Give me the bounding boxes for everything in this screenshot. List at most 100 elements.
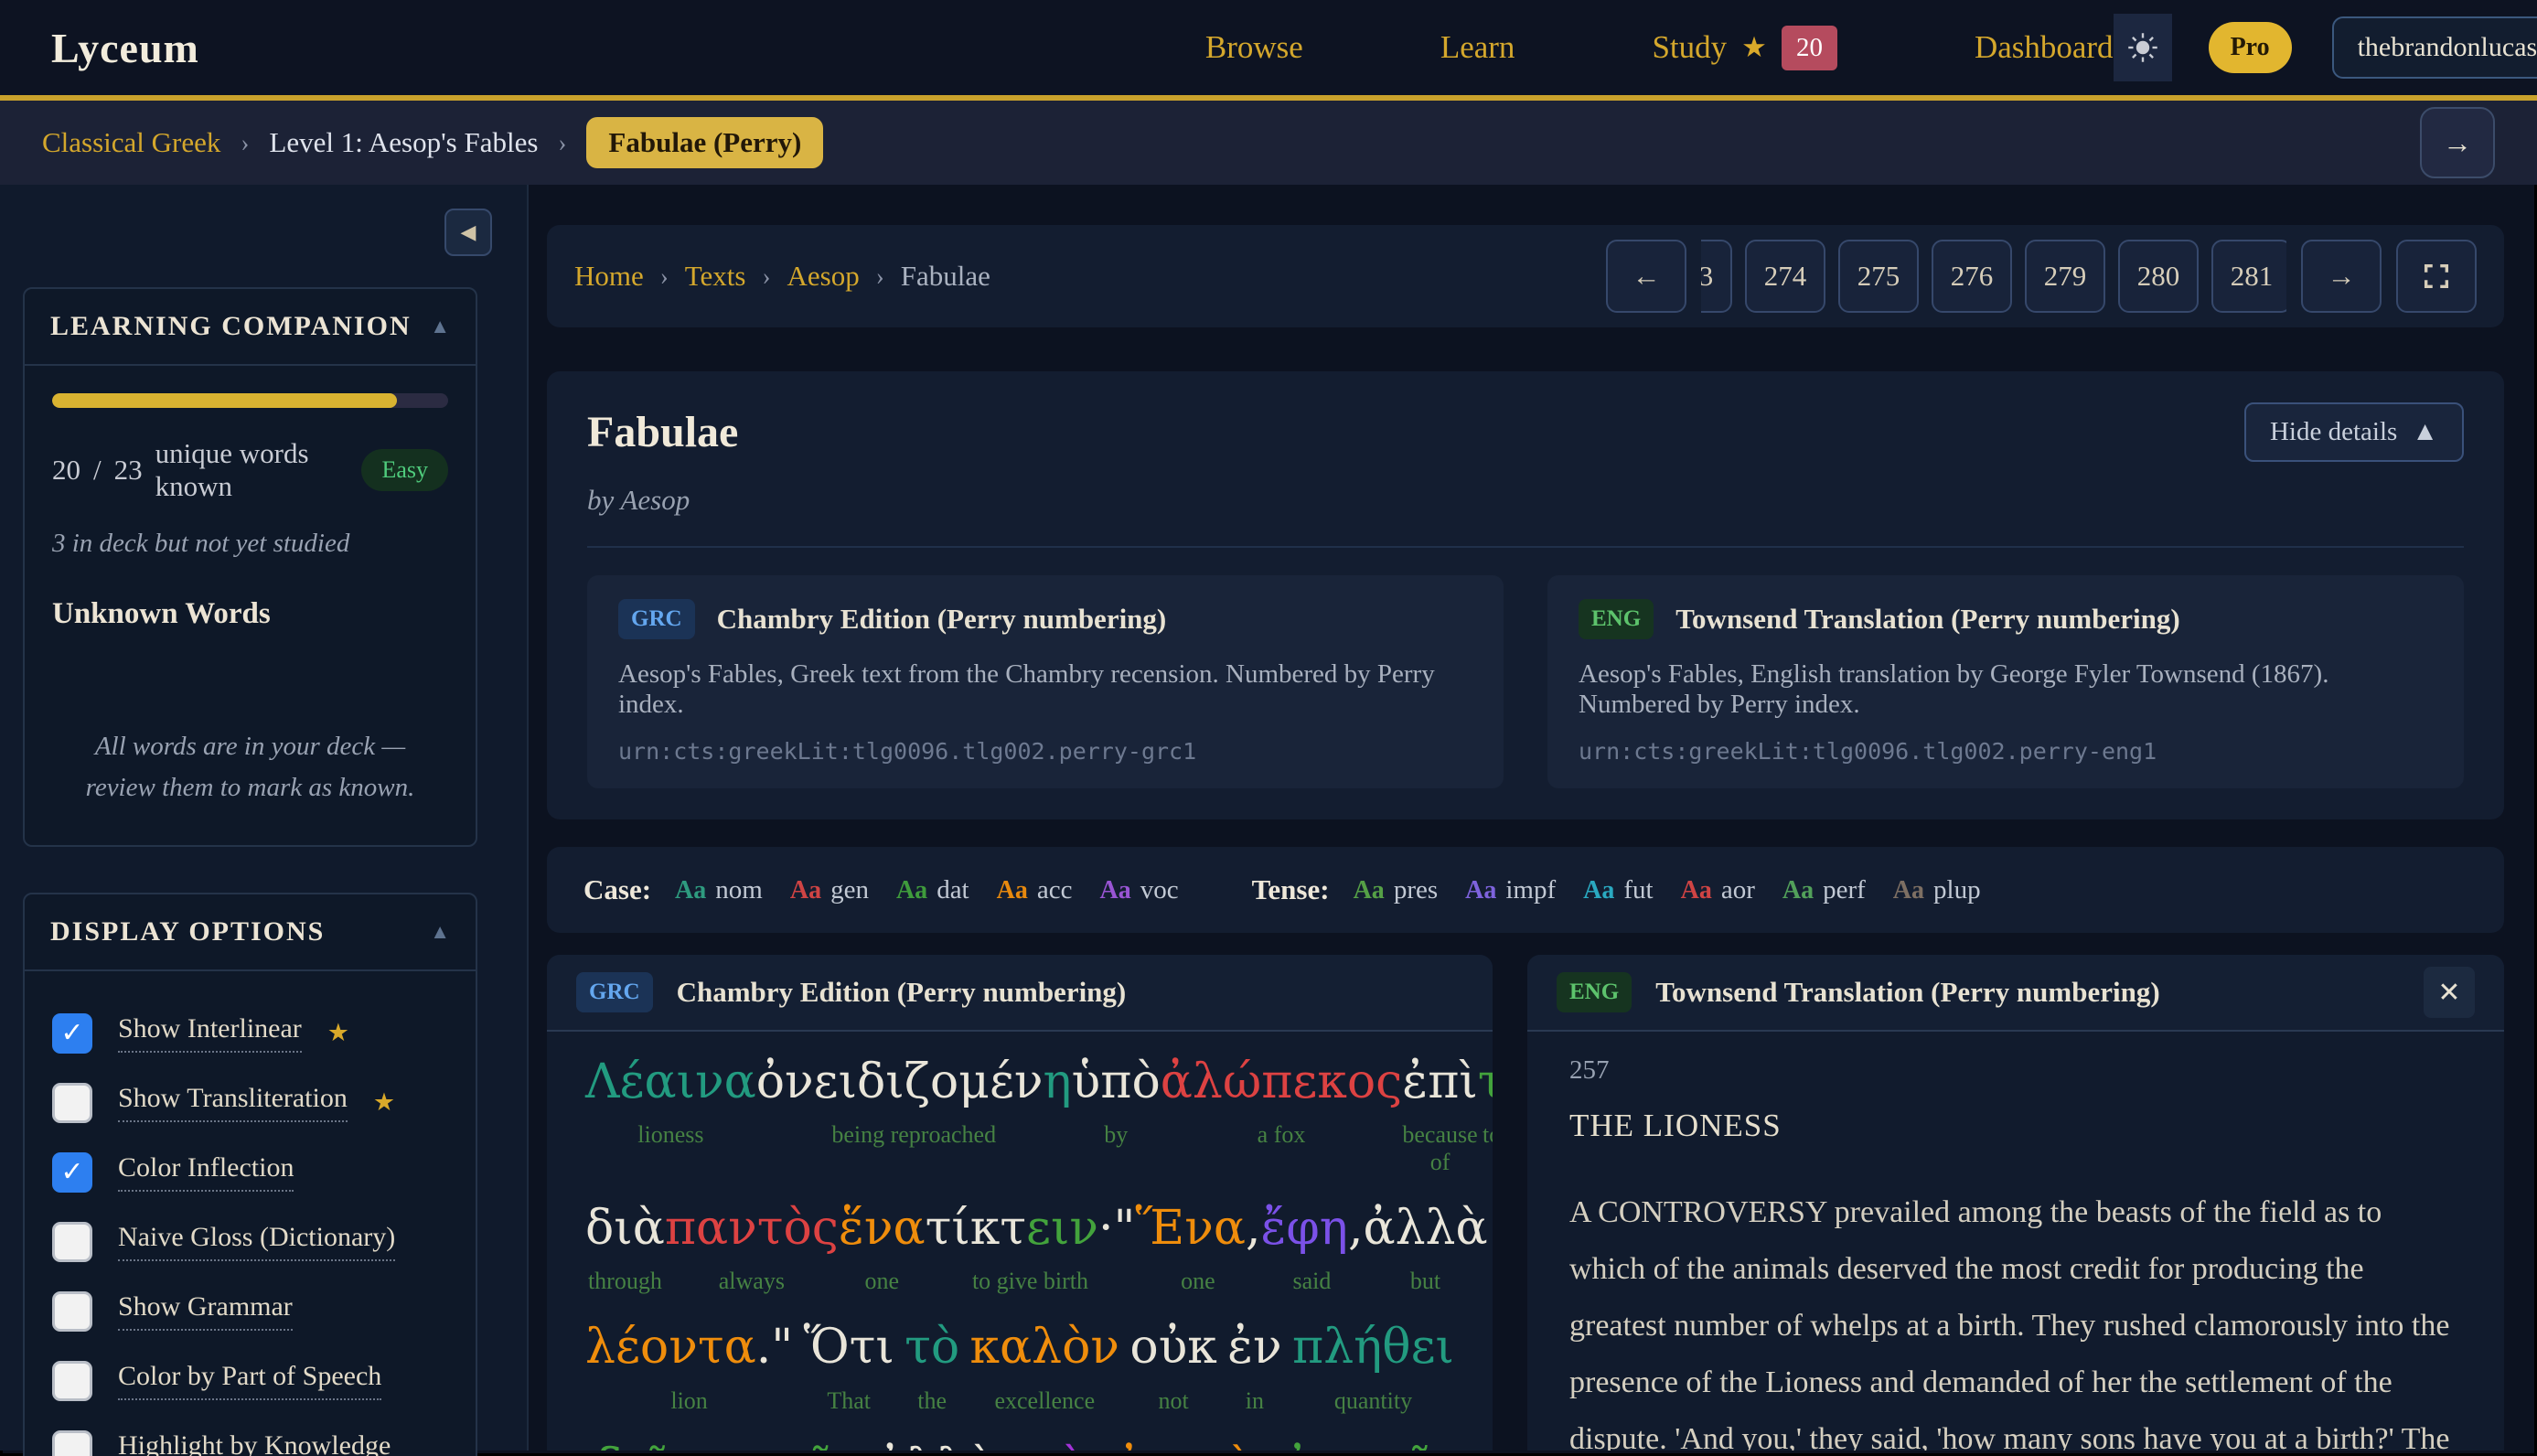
work-author: by Aesop (587, 484, 2464, 517)
display-option-label[interactable]: Show Interlinear (118, 1013, 302, 1053)
greek-word[interactable]: διὰthrough (585, 1202, 665, 1295)
page-button-275[interactable]: 275 (1838, 240, 1919, 313)
close-panel-button[interactable]: ✕ (2424, 967, 2475, 1018)
checkbox[interactable]: ✓ (52, 1013, 92, 1054)
english-text-body: 257 THE LIONESS A CONTROVERSY prevailed … (1527, 1032, 2504, 1451)
star-icon: ★ (1741, 31, 1767, 64)
legend-sample: Aa (896, 876, 927, 905)
greek-word-text: ἕνα (839, 1202, 926, 1255)
greek-word[interactable]: καλὸνexcellence (970, 1321, 1120, 1414)
greek-segment: ἐπὶ (1402, 1055, 1477, 1109)
greek-word[interactable]: Ἕνα,one (1135, 1202, 1260, 1295)
greek-word[interactable]: πρὸςtoward (1000, 1440, 1114, 1451)
greek-word[interactable]: ἐνin (1227, 1321, 1282, 1414)
greek-segment: ." (756, 1320, 793, 1375)
greek-word[interactable]: ὑπὸ by (1072, 1055, 1161, 1176)
greek-segment: ἀρετὴν (1114, 1440, 1282, 1451)
greek-word[interactable]: παντὸςalways (665, 1202, 839, 1295)
edition-cards: GRCChambry Edition (Perry numbering)Aeso… (587, 575, 2464, 788)
checkbox[interactable] (52, 1291, 92, 1332)
edition-card-eng[interactable]: ENGTownsend Translation (Perry numbering… (1547, 575, 2464, 788)
greek-word[interactable]: ἕναone (839, 1202, 926, 1295)
legend-sample: Aa (1681, 876, 1712, 905)
greek-word[interactable]: ὍτιThat (804, 1321, 894, 1414)
forward-arrow-button[interactable]: → (2420, 107, 2495, 178)
checkbox[interactable] (52, 1430, 92, 1456)
unknown-words-title: Unknown Words (52, 597, 448, 631)
checkbox[interactable] (52, 1083, 92, 1123)
collapse-triangle-icon[interactable]: ▲ (430, 920, 450, 944)
page-button-276[interactable]: 276 (1932, 240, 2012, 313)
greek-segment: ἀλώπεκος (1161, 1055, 1403, 1109)
greek-word[interactable]: ἀλλὰbut (875, 1440, 1000, 1451)
nav-link-study[interactable]: Study★20 (1652, 26, 1837, 70)
greek-segment: δεῖ (595, 1440, 668, 1451)
next-page-button[interactable]: → (2301, 240, 2382, 313)
greek-word[interactable]: τίκτειν·"to give birth (926, 1202, 1136, 1295)
page-button-280[interactable]: 280 (2118, 240, 2199, 313)
legend-sample: Aa (675, 876, 706, 905)
language-badge-grc: GRC (576, 972, 653, 1012)
greek-word[interactable]: ὀνειδιζομένηbeing reproached (756, 1055, 1072, 1176)
greek-word[interactable]: ἀλλὰbut (1363, 1202, 1487, 1295)
edition-card-grc[interactable]: GRCChambry Edition (Perry numbering)Aeso… (587, 575, 1504, 788)
learning-companion-header[interactable]: LEARNING COMPANION ▲ (25, 289, 476, 366)
display-option-label[interactable]: Color by Part of Speech (118, 1361, 381, 1400)
checkbox[interactable] (52, 1222, 92, 1262)
breadcrumb-item[interactable]: Fabulae (Perry) (586, 117, 823, 168)
edition-urn: urn:cts:greekLit:tlg0096.tlg002.perry-gr… (618, 738, 1472, 765)
page-button-279[interactable]: 279 (2025, 240, 2105, 313)
breadcrumb-item[interactable]: Classical Greek (42, 126, 220, 159)
greek-word-text: πλήθει (1292, 1321, 1454, 1374)
nav-link-browse[interactable]: Browse (1205, 29, 1303, 66)
nav-link-learn[interactable]: Learn (1440, 29, 1515, 66)
breadcrumb-item[interactable]: Aesop (787, 260, 859, 293)
greek-word[interactable]: ἀλώπεκοςa fox (1161, 1055, 1403, 1176)
page-button-281[interactable]: 281 (2211, 240, 2286, 313)
display-option-label[interactable]: Naive Gloss (Dictionary) (118, 1222, 395, 1261)
greek-word[interactable]: μετρεῖν,to measure (678, 1440, 875, 1451)
display-options-header[interactable]: DISPLAY OPTIONS ▲ (25, 894, 476, 971)
greek-word[interactable]: ἀρετὴνvirtue (1114, 1440, 1282, 1451)
nav-link-dashboard[interactable]: Dashboard (1975, 29, 2114, 66)
prev-page-button[interactable]: ← (1606, 240, 1686, 313)
account-menu[interactable]: thebrandonlucas@gm... ▼ (2332, 16, 2537, 79)
word-gloss: by (1072, 1121, 1161, 1149)
display-option-label[interactable]: Highlight by Knowledge (118, 1430, 391, 1456)
greek-word[interactable]: ἀφορᾶν.to look to (1282, 1440, 1481, 1451)
greek-word[interactable]: δεῖit is necessary (585, 1440, 678, 1451)
display-option-label[interactable]: Show Grammar (118, 1291, 293, 1331)
greek-segment: ἔφη (1260, 1201, 1347, 1256)
fullscreen-icon (2421, 261, 2452, 292)
breadcrumb-item[interactable]: Texts (685, 260, 746, 293)
checkbox[interactable] (52, 1361, 92, 1401)
greek-word[interactable]: πλήθειquantity (1292, 1321, 1454, 1414)
greek-word[interactable]: ἐπὶbecause of (1402, 1055, 1477, 1176)
greek-word[interactable]: οὐκnot (1129, 1321, 1216, 1414)
collapse-triangle-icon[interactable]: ▲ (430, 315, 450, 338)
greek-word-text: οὐκ (1129, 1321, 1216, 1374)
legend-item-voc: Aavoc (1099, 875, 1178, 905)
page-button-274[interactable]: 274 (1745, 240, 1825, 313)
page-button-273[interactable]: 273 (1701, 240, 1732, 313)
word-gloss: to-the (1478, 1121, 1493, 1149)
greek-word-text: ὑπὸ (1072, 1055, 1161, 1108)
primary-nav: Browse Learn Study★20 Dashboard (1205, 26, 2114, 70)
pro-badge: Pro (2209, 22, 2292, 73)
hide-details-button[interactable]: Hide details ▲ (2244, 402, 2464, 462)
greek-word[interactable]: λέοντα."lion (585, 1321, 793, 1414)
breadcrumb-item[interactable]: Home (574, 260, 644, 293)
greek-word[interactable]: ἔφη,said (1260, 1202, 1363, 1295)
greek-word[interactable]: Λέαιναlioness (585, 1055, 756, 1176)
work-details-section: Fabulae Hide details ▲ by Aesop GRCChamb… (547, 371, 2504, 819)
greek-word[interactable]: τῷto-the (1478, 1055, 1493, 1176)
theme-toggle-button[interactable] (2114, 14, 2172, 81)
sidebar-collapse-button[interactable]: ◀ (444, 209, 492, 256)
fullscreen-button[interactable] (2396, 240, 2477, 313)
display-option-label[interactable]: Show Transliteration (118, 1083, 348, 1122)
greek-word[interactable]: τὸthe (905, 1321, 959, 1414)
checkbox[interactable]: ✓ (52, 1152, 92, 1193)
greek-word-text: ἀφορᾶν. (1282, 1440, 1481, 1451)
app-logo[interactable]: Lyceum (51, 24, 199, 72)
display-option-label[interactable]: Color Inflection (118, 1152, 294, 1192)
